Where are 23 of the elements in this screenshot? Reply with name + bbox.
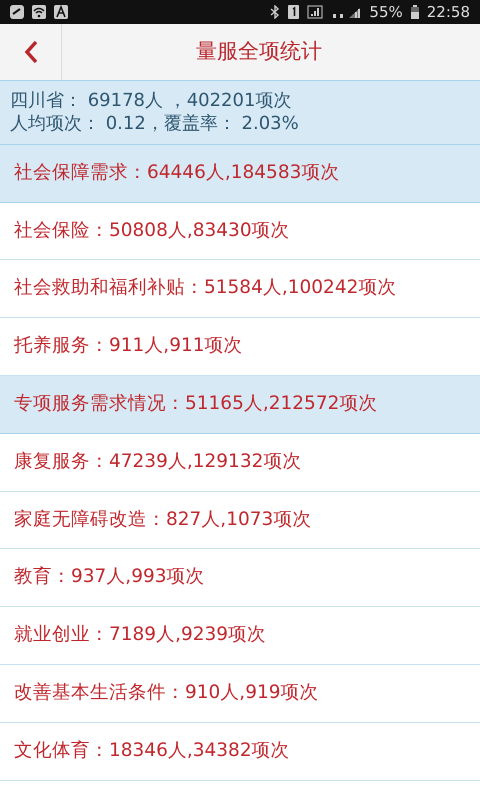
signal-icon xyxy=(307,5,324,19)
bluetooth-icon xyxy=(270,5,280,19)
sim-icon xyxy=(288,5,300,19)
summary-text: 人均项次： 0.12，覆盖率： 2.03% xyxy=(10,112,300,136)
list-item[interactable]: 康复服务：47239人,129132项次 xyxy=(0,434,480,492)
list-item[interactable]: 教育：937人,993项次 xyxy=(0,549,480,608)
wifi-icon xyxy=(32,5,46,19)
summary-text: 四川省： 69178人 ，402201项次 xyxy=(10,89,292,112)
category-row[interactable]: 社会保障需求：64446人,184583项次 xyxy=(0,144,480,203)
back-icon xyxy=(24,40,38,64)
list-item[interactable]: 就业创业：7189人,9239项次 xyxy=(0,607,480,666)
font-icon xyxy=(54,5,68,19)
page-title: 量服全项统计 xyxy=(196,39,322,64)
list-item[interactable]: 文化体育：18346人,34382项次 xyxy=(0,722,480,781)
category-row[interactable]: 专项服务需求情况：51165人,212572项次 xyxy=(0,376,480,434)
battery-icon xyxy=(410,5,419,19)
list-item[interactable]: 社会保险：50808人,83430项次 xyxy=(0,202,480,260)
list-item[interactable]: 家庭无障碍改造：827人,1073项次 xyxy=(0,492,480,550)
list-item[interactable]: 社会救助和福利补贴：51584人,100242项次 xyxy=(0,260,480,318)
list-item[interactable]: 改善基本生活条件：910人,919项次 xyxy=(0,665,480,723)
battery-percent: 55% xyxy=(369,2,403,23)
signal-icon xyxy=(331,5,362,19)
clock: 22:58 xyxy=(426,2,470,23)
